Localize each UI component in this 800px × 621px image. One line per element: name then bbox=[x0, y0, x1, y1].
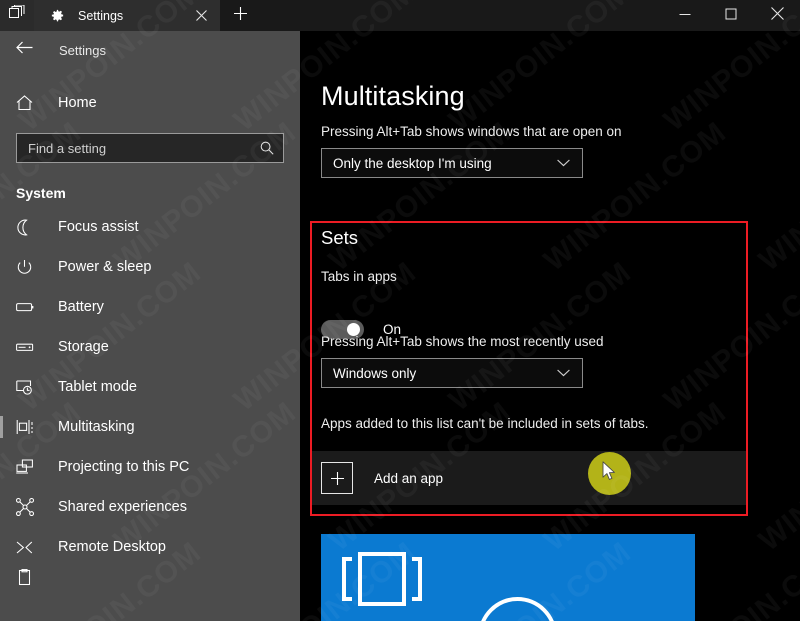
moon-icon bbox=[16, 219, 44, 236]
maximize-button[interactable] bbox=[708, 0, 754, 31]
sidebar-item-home[interactable]: Home bbox=[0, 82, 300, 124]
sets-section-title: Sets bbox=[321, 227, 359, 248]
breadcrumb: Settings bbox=[59, 42, 106, 58]
sidebar-item-label: Battery bbox=[58, 299, 104, 315]
sidebar-item-label: Focus assist bbox=[58, 219, 139, 235]
search-input[interactable] bbox=[17, 134, 283, 162]
clipboard-icon bbox=[16, 568, 44, 586]
multitasking-icon bbox=[16, 419, 44, 435]
tabs-in-apps-label: Tabs in apps bbox=[321, 269, 397, 284]
maximize-icon bbox=[725, 7, 737, 25]
dropdown-value: Windows only bbox=[333, 365, 417, 381]
main-content: Multitasking Pressing Alt+Tab shows wind… bbox=[300, 31, 800, 621]
sidebar-item-label: Projecting to this PC bbox=[58, 459, 190, 475]
close-button[interactable] bbox=[754, 0, 800, 31]
sidebar-item-projecting-to-this-pc[interactable]: Projecting to this PC bbox=[0, 447, 300, 487]
back-button[interactable] bbox=[0, 31, 48, 69]
browser-tab-settings[interactable]: Settings bbox=[34, 0, 220, 31]
window-controls bbox=[662, 0, 800, 31]
stacked-windows-icon bbox=[8, 4, 26, 27]
page-title: Multitasking bbox=[321, 81, 465, 111]
sets-tab-list-button[interactable] bbox=[0, 0, 34, 31]
most-recently-used-dropdown[interactable]: Windows only bbox=[321, 358, 583, 388]
back-arrow-icon bbox=[15, 41, 33, 59]
plus-icon bbox=[321, 462, 353, 494]
sidebar-item-power-and-sleep[interactable]: Power & sleep bbox=[0, 247, 300, 287]
title-bar: Settings bbox=[0, 0, 800, 31]
minimize-button[interactable] bbox=[662, 0, 708, 31]
battery-icon bbox=[16, 301, 44, 313]
sidebar-item-tablet-mode[interactable]: Tablet mode bbox=[0, 367, 300, 407]
task-view-icon bbox=[341, 551, 429, 612]
minimize-icon bbox=[679, 7, 691, 25]
dropdown-value: Only the desktop I'm using bbox=[333, 155, 492, 171]
storage-icon bbox=[16, 342, 44, 353]
sidebar-item-label: Shared experiences bbox=[58, 499, 187, 515]
sidebar-item-storage[interactable]: Storage bbox=[0, 327, 300, 367]
sidebar: Home System Focus assist bbox=[0, 69, 300, 621]
sidebar-group-title: System bbox=[16, 185, 66, 201]
close-icon[interactable] bbox=[188, 3, 214, 29]
power-icon bbox=[16, 259, 44, 276]
alt-tab-desktop-label: Pressing Alt+Tab shows windows that are … bbox=[321, 124, 622, 139]
sidebar-item-partial[interactable] bbox=[0, 567, 300, 587]
mouse-pointer-icon bbox=[602, 461, 617, 486]
shared-experiences-icon bbox=[16, 498, 44, 516]
remote-desktop-icon bbox=[16, 540, 44, 555]
sidebar-item-focus-assist[interactable]: Focus assist bbox=[0, 207, 300, 247]
chevron-down-icon bbox=[554, 369, 572, 377]
sidebar-item-label: Storage bbox=[58, 339, 109, 355]
settings-window: Settings Settings Home Find a setting Sy… bbox=[0, 0, 800, 621]
search-icon[interactable] bbox=[256, 134, 278, 162]
sidebar-item-multitasking[interactable]: Multitasking bbox=[0, 407, 300, 447]
sidebar-item-remote-desktop[interactable]: Remote Desktop bbox=[0, 527, 300, 567]
sidebar-item-shared-experiences[interactable]: Shared experiences bbox=[0, 487, 300, 527]
sidebar-item-battery[interactable]: Battery bbox=[0, 287, 300, 327]
video-thumbnail[interactable] bbox=[321, 534, 695, 621]
close-icon bbox=[770, 6, 784, 25]
sidebar-item-label: Remote Desktop bbox=[58, 539, 166, 555]
home-icon bbox=[16, 95, 44, 111]
play-button-icon[interactable] bbox=[478, 597, 557, 621]
sidebar-item-label: Power & sleep bbox=[58, 259, 152, 275]
most-recently-used-label: Pressing Alt+Tab shows the most recently… bbox=[321, 334, 604, 349]
alt-tab-desktop-dropdown[interactable]: Only the desktop I'm using bbox=[321, 148, 583, 178]
plus-icon bbox=[233, 6, 247, 25]
new-tab-button[interactable] bbox=[220, 0, 260, 31]
tab-title: Settings bbox=[78, 8, 124, 23]
tablet-mode-icon bbox=[16, 379, 44, 396]
apps-exclusion-note: Apps added to this list can't be include… bbox=[321, 416, 649, 431]
sidebar-item-label: Tablet mode bbox=[58, 379, 137, 395]
sidebar-item-label: Multitasking bbox=[58, 419, 135, 435]
gear-icon bbox=[48, 7, 66, 25]
titlebar-drag-region bbox=[260, 0, 662, 31]
chevron-down-icon bbox=[554, 159, 572, 167]
cursor-highlight bbox=[588, 452, 631, 495]
projecting-icon bbox=[16, 459, 44, 475]
add-an-app-button[interactable]: Add an app bbox=[312, 451, 746, 505]
add-an-app-label: Add an app bbox=[374, 470, 444, 486]
sidebar-item-label: Home bbox=[58, 95, 97, 111]
search-box[interactable] bbox=[16, 133, 284, 163]
